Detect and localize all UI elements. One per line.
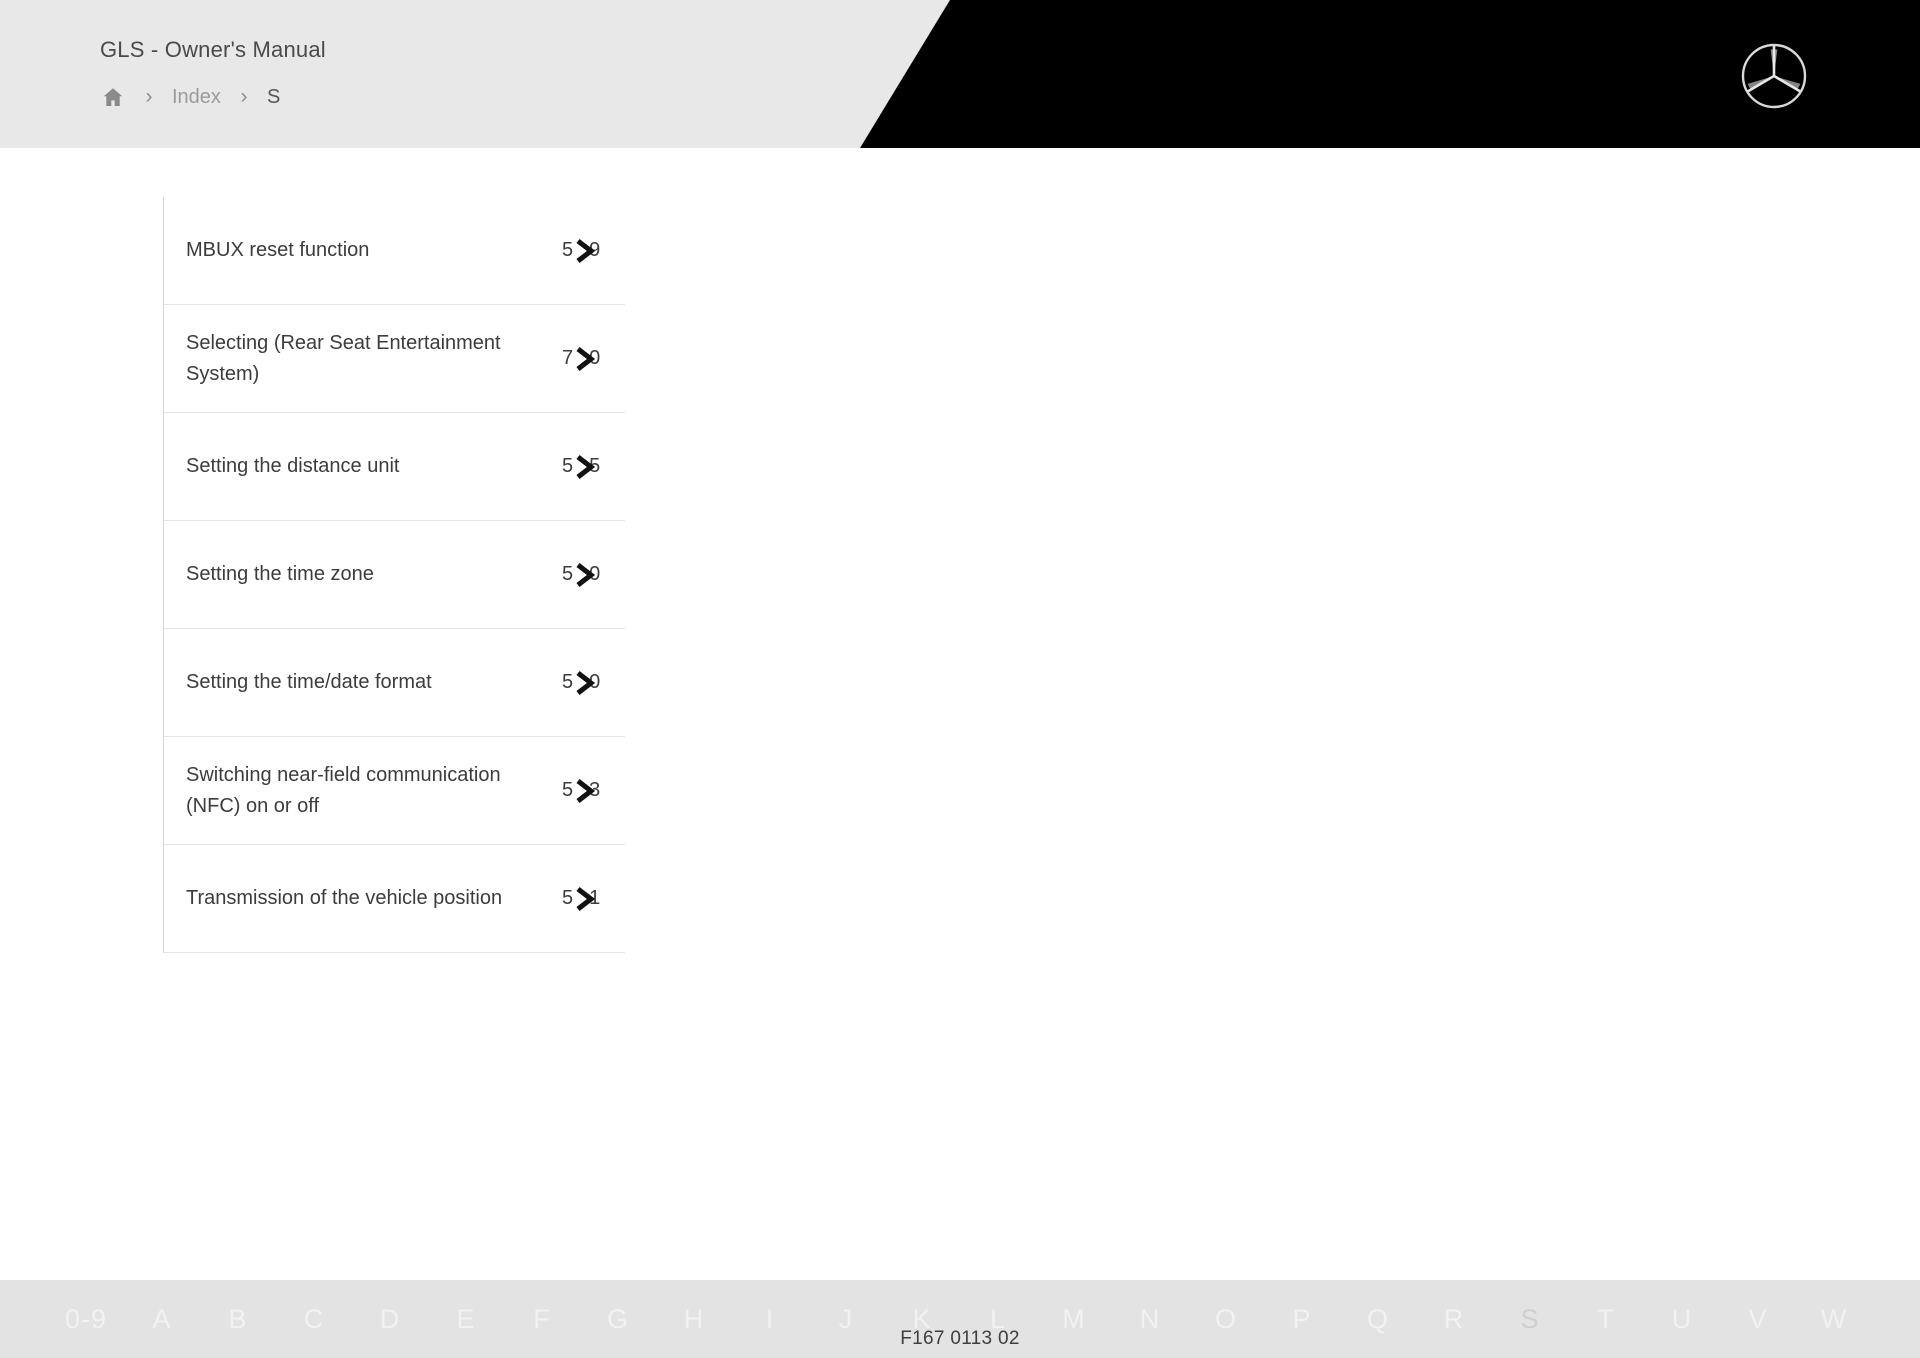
page-footer: 0-9 A B C D E F G H I J K L M N O P Q R … — [0, 1280, 1920, 1358]
list-item-page[interactable]: 70 — [562, 343, 614, 374]
list-item-page[interactable]: 50 — [562, 559, 614, 590]
list-item-label: Setting the time/date format — [186, 671, 432, 693]
breadcrumb-separator-2: › — [240, 85, 248, 108]
page-number-text: 59 — [562, 239, 601, 261]
document-code: F167 0113 02 — [900, 1328, 1020, 1349]
page-number-text: 55 — [562, 455, 601, 477]
list-item-page[interactable]: 53 — [562, 775, 614, 806]
breadcrumb-item-index[interactable]: Index — [172, 84, 221, 110]
list-item-page[interactable]: 55 — [562, 451, 614, 482]
mercedes-star-icon — [1740, 42, 1808, 110]
list-item-label: Setting the distance unit — [186, 455, 400, 477]
breadcrumb-separator-1: › — [145, 85, 153, 108]
page-number-text: 50 — [562, 671, 601, 693]
page-header: GLS - Owner's Manual › Index › S — [0, 0, 1920, 148]
list-item[interactable]: Setting the time/date format 50 — [164, 629, 625, 737]
breadcrumb: › Index › S — [100, 82, 280, 112]
page-number-text: 51 — [562, 887, 601, 909]
list-item[interactable]: Setting the distance unit 55 — [164, 413, 625, 521]
list-item[interactable]: Switching near-field communication (NFC)… — [164, 737, 625, 845]
list-item[interactable]: Selecting (Rear Seat Entertainment Syste… — [164, 305, 625, 413]
list-item-label: Switching near-field communication (NFC)… — [186, 763, 501, 817]
breadcrumb-item-s: S — [266, 86, 281, 108]
list-item[interactable]: Transmission of the vehicle position 51 — [164, 845, 625, 953]
page-title: GLS - Owner's Manual — [100, 37, 326, 62]
index-list: MBUX reset function 59 Selecting (Rear … — [163, 197, 625, 953]
page-number-text: 53 — [562, 779, 601, 801]
page-number-text: 50 — [562, 563, 601, 585]
home-icon[interactable] — [100, 84, 126, 110]
list-item[interactable]: Setting the time zone 50 — [164, 521, 625, 629]
list-item-label: Transmission of the vehicle position — [186, 887, 503, 909]
page-number-text: 70 — [562, 347, 601, 369]
list-item-page[interactable]: 50 — [562, 667, 614, 698]
list-item[interactable]: MBUX reset function 59 — [164, 197, 625, 305]
list-item-page[interactable]: 59 — [562, 235, 614, 266]
list-item-label: Setting the time zone — [186, 563, 374, 585]
list-item-label: Selecting (Rear Seat Entertainment Syste… — [186, 331, 501, 385]
list-item-label: MBUX reset function — [186, 239, 370, 261]
list-item-page[interactable]: 51 — [562, 883, 614, 914]
